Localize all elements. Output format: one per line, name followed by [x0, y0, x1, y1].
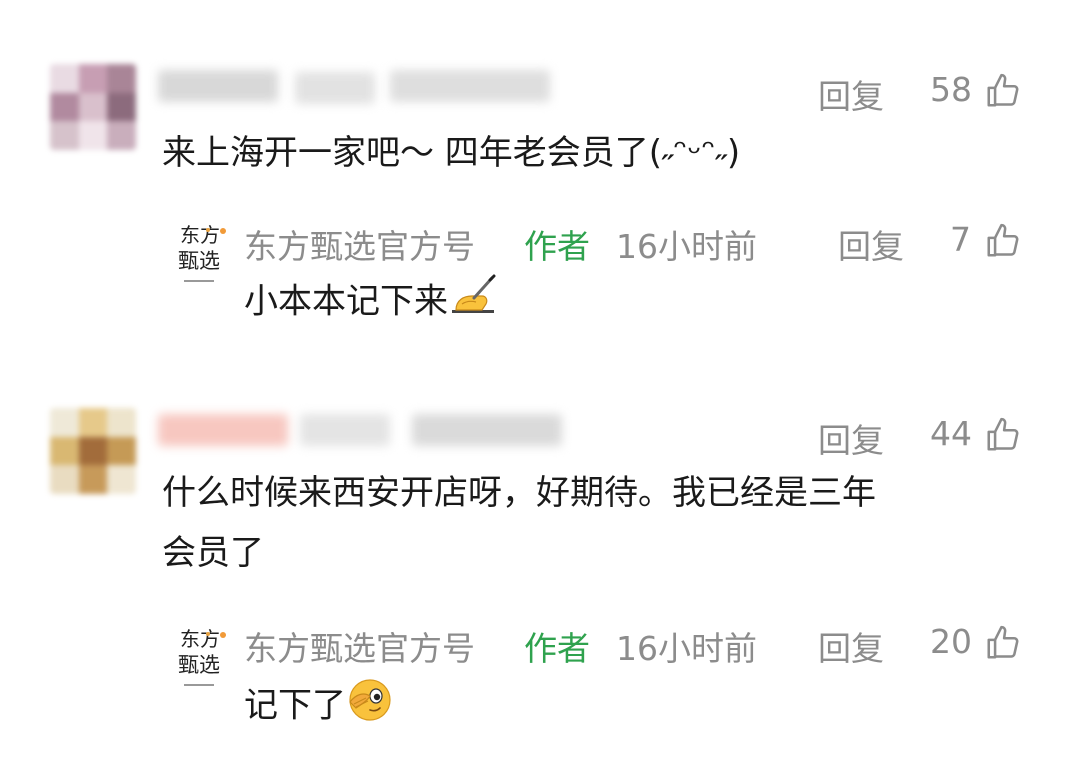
thumbs-up-icon[interactable]: [984, 416, 1022, 458]
like-count: 58: [930, 70, 972, 109]
logo-dot: [220, 632, 226, 638]
reply-button[interactable]: 回复: [818, 622, 884, 670]
logo-text: 甄选: [178, 653, 220, 677]
like-count: 20: [930, 622, 972, 661]
comment-text: 来上海开一家吧～ 四年老会员了(˶ᵔᵕᵔ˶): [162, 133, 741, 173]
logo-dot: [206, 228, 210, 232]
reply-button[interactable]: 回复: [818, 70, 884, 118]
avatar[interactable]: [50, 408, 136, 494]
timestamp: 16小时前: [616, 629, 757, 668]
reply-text: 记下了: [244, 685, 346, 726]
peek-face-emoji: [346, 676, 394, 738]
like-count: 7: [950, 220, 971, 259]
reply-text-row: 记下了: [244, 676, 394, 738]
thumbs-up-icon[interactable]: [984, 222, 1022, 264]
like-count: 44: [930, 414, 972, 453]
logo-rule: [184, 280, 214, 282]
thumbs-up-icon[interactable]: [984, 72, 1022, 114]
reply-button[interactable]: 回复: [818, 414, 884, 462]
brand-logo-avatar[interactable]: 东方 甄选: [178, 222, 234, 294]
reply-text-row: 小本本记下来: [244, 274, 496, 332]
writing-hand-emoji: [448, 274, 496, 332]
logo-dot: [206, 632, 210, 636]
author-badge: 作者: [524, 227, 590, 266]
logo-text: 甄选: [178, 249, 220, 273]
reply-button[interactable]: 回复: [838, 220, 904, 268]
timestamp: 16小时前: [616, 227, 757, 266]
thumbs-up-icon[interactable]: [984, 624, 1022, 666]
author-badge: 作者: [524, 629, 590, 668]
comment-text: 会员了: [162, 533, 264, 573]
brand-logo-avatar[interactable]: 东方 甄选: [178, 626, 234, 698]
avatar[interactable]: [50, 64, 136, 150]
comment-text: 什么时候来西安开店呀，好期待。我已经是三年: [162, 473, 876, 513]
reply-username[interactable]: 东方甄选官方号: [244, 622, 475, 670]
logo-dot: [220, 228, 226, 234]
logo-text: 东方: [180, 223, 220, 247]
logo-text: 东方: [180, 627, 220, 651]
reply-username[interactable]: 东方甄选官方号: [244, 220, 475, 268]
logo-rule: [184, 684, 214, 686]
reply-text: 小本本记下来: [244, 281, 448, 322]
